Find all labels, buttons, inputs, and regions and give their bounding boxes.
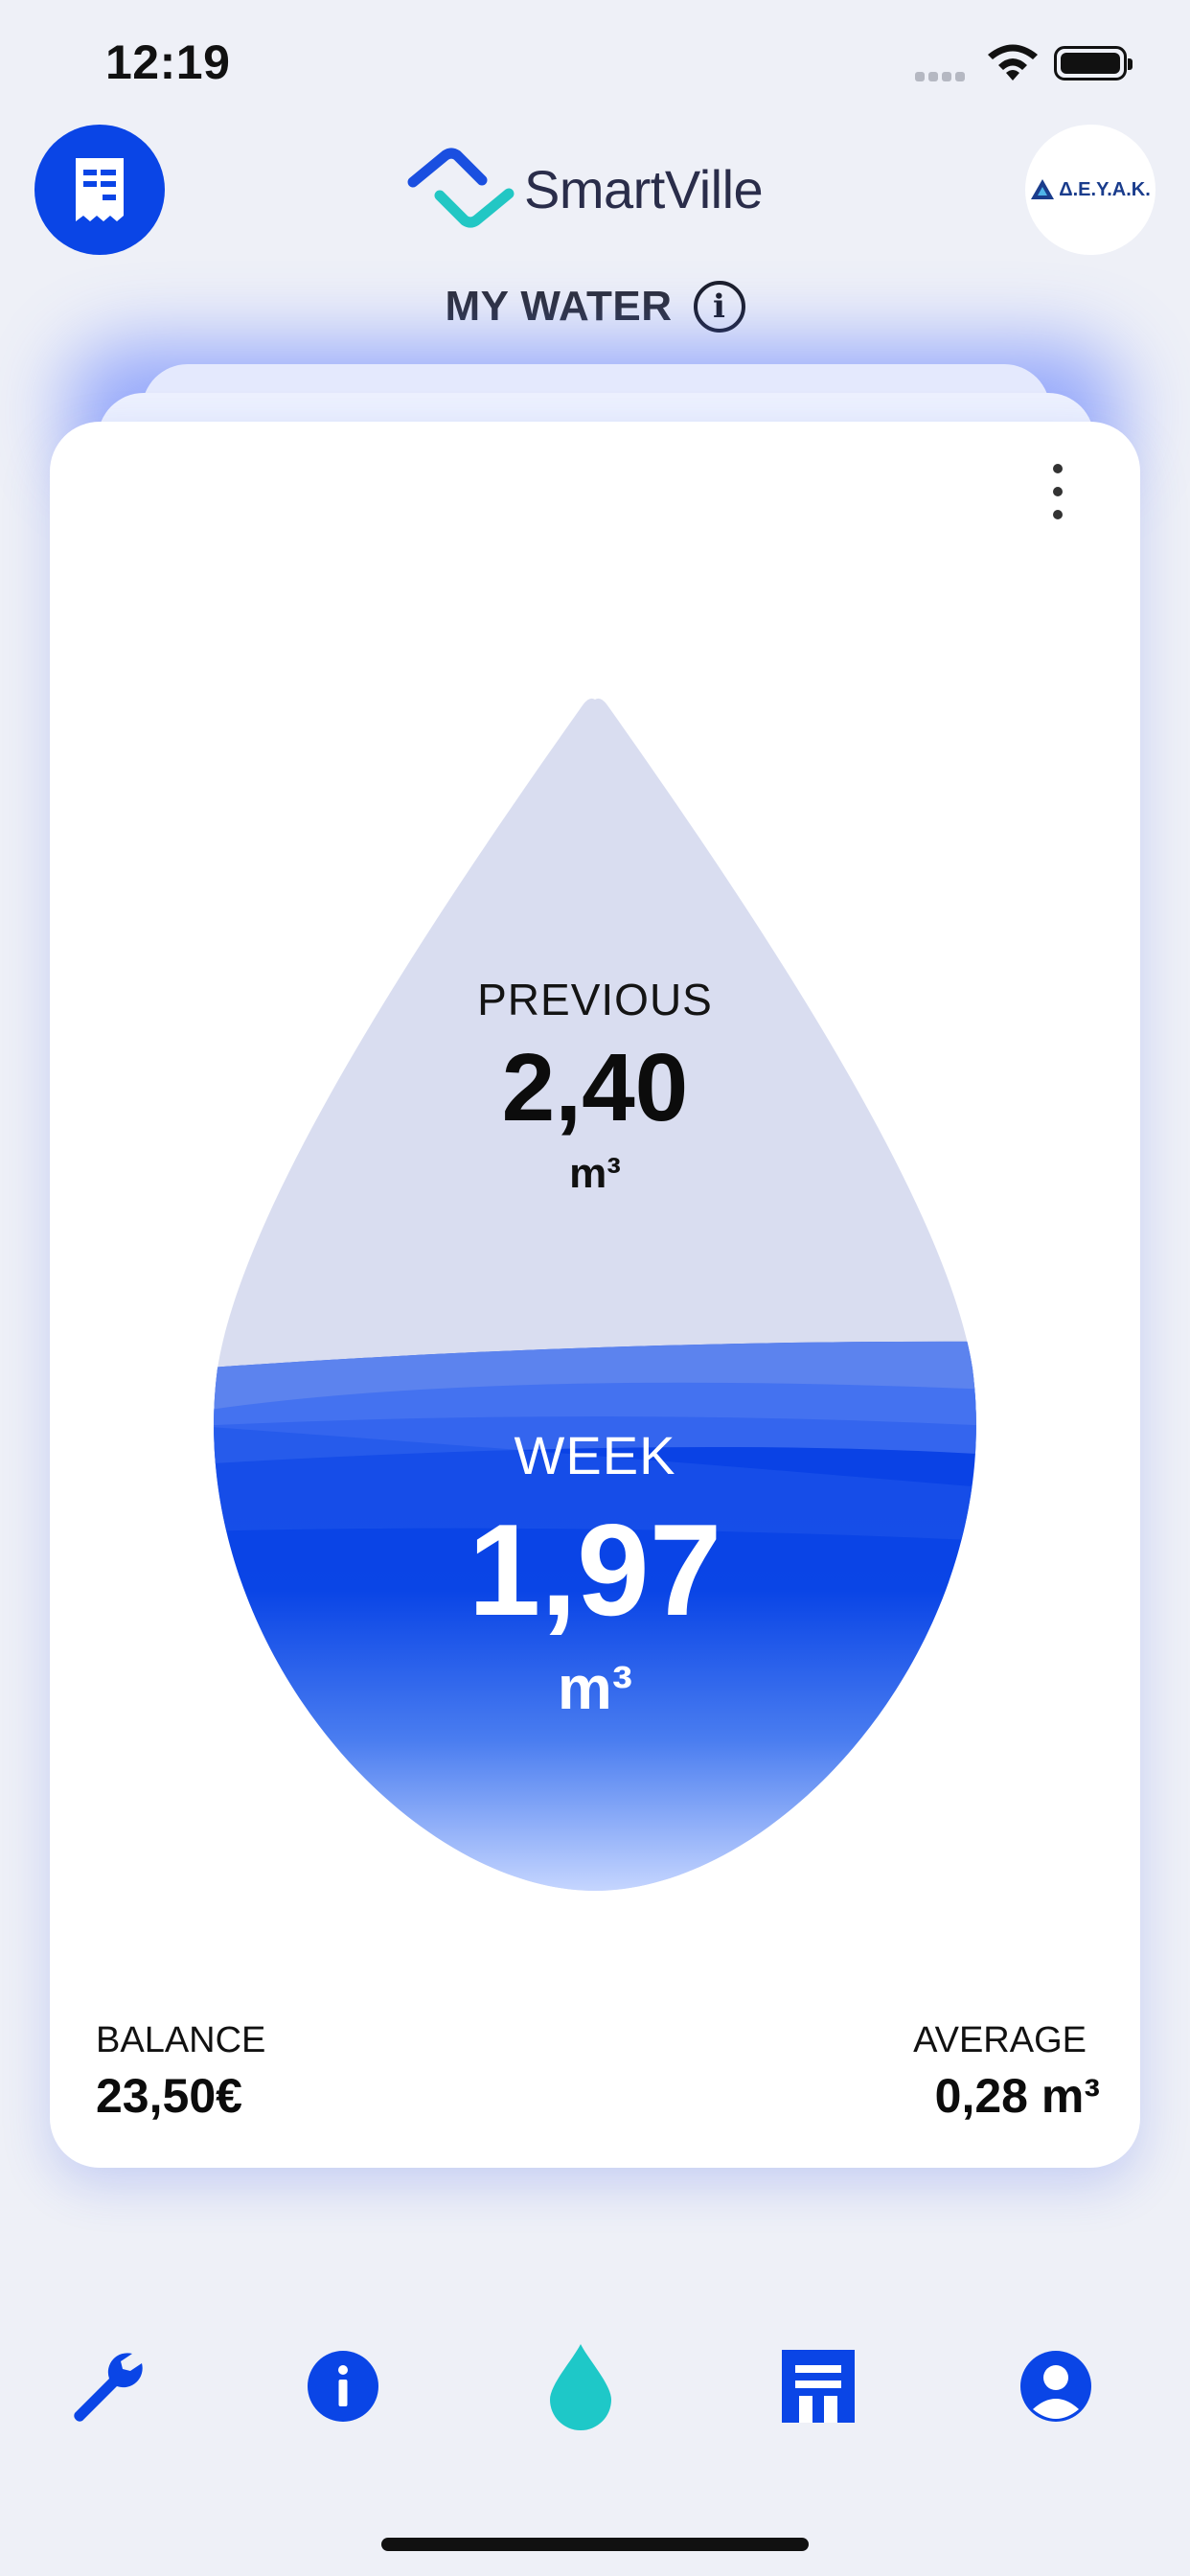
average-label: AVERAGE [913, 2020, 1087, 2060]
section-header: MY WATER i [0, 278, 1190, 335]
page-title: MY WATER [445, 283, 673, 330]
nav-profile[interactable] [1008, 2338, 1104, 2434]
nav-building[interactable] [770, 2338, 866, 2434]
nav-info[interactable] [295, 2338, 391, 2434]
nav-water[interactable] [533, 2338, 629, 2434]
previous-label: PREVIOUS [477, 975, 713, 1024]
organization-logo-icon [1031, 179, 1055, 199]
building-icon [782, 2350, 855, 2423]
organization-button[interactable]: Δ.Ε.Υ.Α.Κ. [1025, 125, 1156, 255]
previous-value: 2,40 [501, 1034, 689, 1141]
wrench-icon [74, 2353, 143, 2422]
smartville-logo-icon [407, 148, 515, 228]
cellular-signal-icon [915, 69, 973, 82]
week-value: 1,97 [468, 1497, 722, 1643]
battery-icon [1054, 46, 1133, 80]
more-options-icon[interactable] [1035, 458, 1081, 525]
bills-button[interactable] [34, 125, 165, 255]
home-indicator[interactable] [381, 2538, 809, 2551]
organization-name: Δ.Ε.Υ.Α.Κ. [1059, 178, 1151, 200]
wifi-icon [988, 44, 1038, 80]
previous-unit: m³ [569, 1150, 621, 1197]
nav-maintenance[interactable] [57, 2338, 153, 2434]
info-icon[interactable]: i [693, 281, 745, 333]
status-time: 12:19 [105, 35, 231, 89]
receipt-icon [76, 158, 124, 221]
week-label: WEEK [514, 1425, 676, 1485]
week-unit: m³ [557, 1653, 633, 1722]
user-icon [1020, 2351, 1091, 2422]
app-name: SmartVille [524, 158, 764, 219]
info-circle-icon [308, 2351, 378, 2422]
app-logo: SmartVille [407, 146, 810, 232]
balance-value: 23,50€ [96, 2069, 242, 2123]
water-drop-icon [550, 2344, 611, 2430]
balance-label: BALANCE [96, 2020, 266, 2060]
average-value: 0,28 m³ [934, 2069, 1100, 2123]
